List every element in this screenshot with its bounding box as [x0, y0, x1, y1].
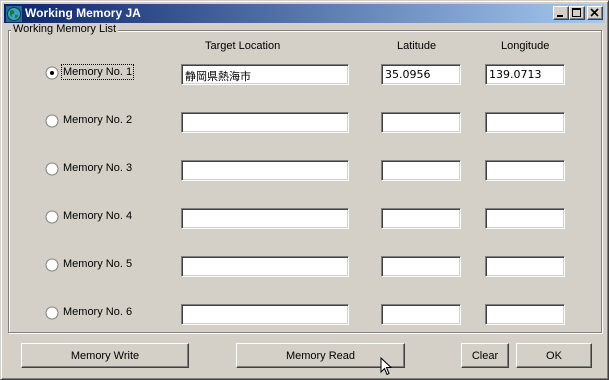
memory-3-longitude-field[interactable] [485, 160, 565, 181]
memory-1-radio[interactable] [45, 66, 59, 80]
header-latitude: Latitude [397, 40, 437, 52]
memory-4-latitude-field[interactable] [381, 208, 461, 229]
memory-3-radio[interactable] [45, 162, 59, 176]
memory-3-location-field[interactable] [181, 160, 349, 181]
memory-6-radio[interactable] [45, 306, 59, 320]
header-longitude: Longitude [501, 40, 550, 52]
memory-3-label[interactable]: Memory No. 3 [63, 162, 132, 174]
maximize-button[interactable] [569, 6, 585, 20]
close-button[interactable] [587, 6, 603, 20]
memory-4-longitude-field[interactable] [485, 208, 565, 229]
memory-4-location-field[interactable] [181, 208, 349, 229]
title-bar[interactable]: Working Memory JA [4, 4, 605, 23]
mouse-pointer-icon [380, 357, 392, 376]
memory-1-label[interactable]: Memory No. 1 [60, 64, 135, 80]
memory-2-longitude-field[interactable] [485, 112, 565, 133]
minimize-button[interactable] [553, 6, 569, 20]
close-icon [590, 8, 599, 17]
group-label: Working Memory List [11, 23, 119, 35]
memory-1-longitude-field[interactable]: 139.0713 [485, 64, 565, 85]
window-title: Working Memory JA [25, 6, 141, 20]
dialog-window: Working Memory JA Working Memory List Ta… [0, 0, 609, 380]
memory-5-radio[interactable] [45, 258, 59, 272]
memory-1-latitude-field[interactable]: 35.0956 [381, 64, 461, 85]
clear-button[interactable]: Clear [461, 343, 509, 368]
memory-4-label[interactable]: Memory No. 4 [63, 210, 132, 222]
memory-2-location-field[interactable] [181, 112, 349, 133]
memory-2-radio[interactable] [45, 114, 59, 128]
header-target-location: Target Location [205, 40, 281, 52]
ok-button[interactable]: OK [516, 343, 592, 368]
memory-5-location-field[interactable] [181, 256, 349, 277]
memory-5-label[interactable]: Memory No. 5 [63, 258, 132, 270]
minimize-icon [557, 15, 563, 17]
memory-4-radio[interactable] [45, 210, 59, 224]
memory-5-longitude-field[interactable] [485, 256, 565, 277]
memory-write-button[interactable]: Memory Write [21, 343, 189, 368]
memory-2-latitude-field[interactable] [381, 112, 461, 133]
memory-6-label[interactable]: Memory No. 6 [63, 306, 132, 318]
memory-6-latitude-field[interactable] [381, 304, 461, 325]
memory-3-latitude-field[interactable] [381, 160, 461, 181]
memory-2-label[interactable]: Memory No. 2 [63, 114, 132, 126]
memory-1-location-field[interactable]: 静岡県熱海市 [181, 64, 349, 85]
memory-6-location-field[interactable] [181, 304, 349, 325]
memory-6-longitude-field[interactable] [485, 304, 565, 325]
maximize-icon [572, 8, 581, 17]
memory-5-latitude-field[interactable] [381, 256, 461, 277]
globe-app-icon [6, 5, 22, 22]
